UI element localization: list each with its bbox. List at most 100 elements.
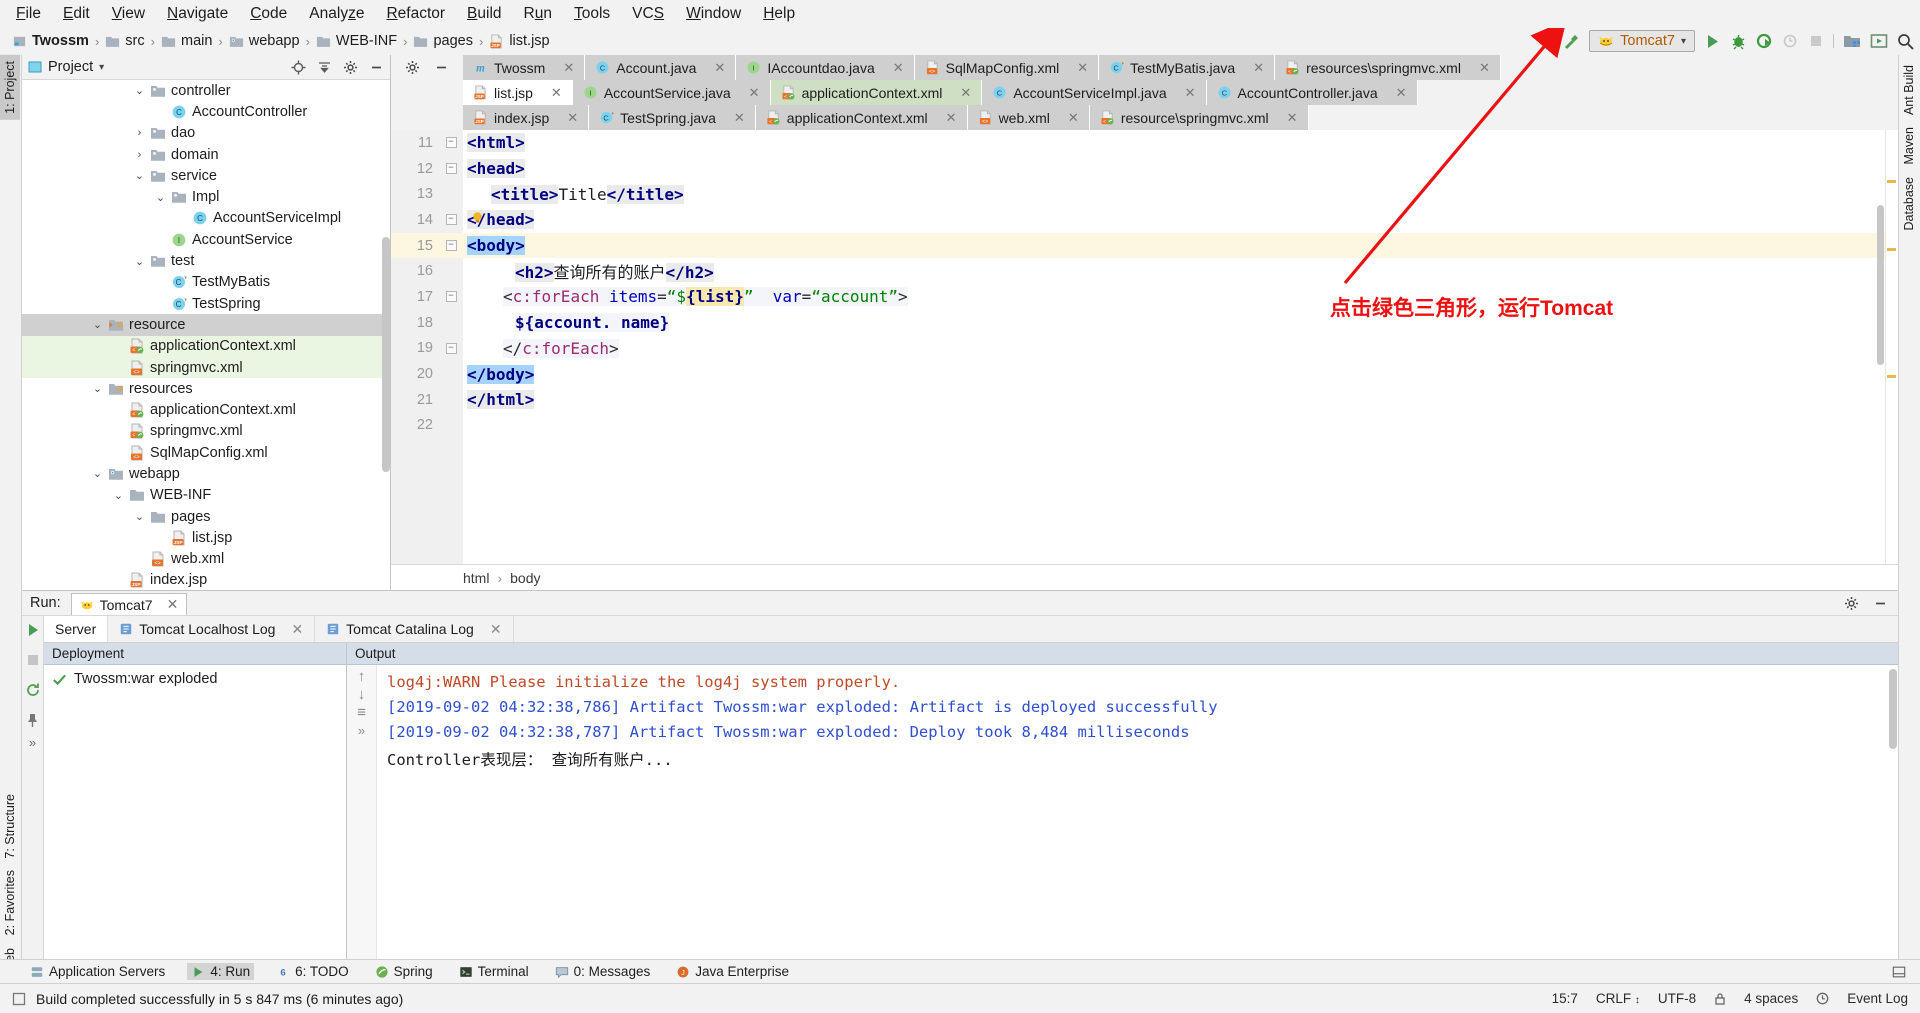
code-line-20[interactable]: 20 </body>: [391, 361, 1898, 387]
editor-breadcrumb-html[interactable]: html: [463, 570, 489, 586]
chevron-down-icon[interactable]: ▾: [1681, 36, 1686, 47]
menu-item-window[interactable]: Window: [676, 2, 751, 26]
editor-tab-accountserviceimpl-java[interactable]: C AccountServiceImpl.java ✕: [982, 80, 1207, 105]
run-button[interactable]: [1704, 33, 1721, 50]
run-subtab-tomcat-localhost-log[interactable]: Tomcat Localhost Log ✕: [108, 616, 316, 642]
tree-node-index-jsp[interactable]: JSP index.jsp: [22, 570, 390, 590]
code-line-11[interactable]: 11− <html>: [391, 130, 1898, 156]
close-icon[interactable]: ✕: [1287, 110, 1298, 126]
rerun-icon[interactable]: [25, 622, 41, 638]
close-icon[interactable]: ✕: [1185, 85, 1196, 101]
editor-tab-testspring-java[interactable]: C TestSpring.java ✕: [589, 105, 756, 130]
warning-marker[interactable]: [1887, 375, 1896, 378]
toolwindow-button-java-enterprise[interactable]: J Java Enterprise: [672, 963, 793, 980]
close-icon[interactable]: ✕: [714, 60, 725, 76]
chevron-expanded-icon[interactable]: ⌄: [91, 382, 104, 395]
breadcrumb-item-main[interactable]: main: [159, 33, 214, 49]
editor-tab-accountcontroller-java[interactable]: C AccountController.java ✕: [1206, 80, 1418, 105]
toolwindow-button-6--todo[interactable]: 6 6: TODO: [272, 963, 353, 980]
run-tab-tomcat7[interactable]: Tomcat7 ✕: [70, 593, 188, 615]
close-icon[interactable]: ✕: [960, 85, 971, 101]
toolwindow-button-0--messages[interactable]: 0: Messages: [551, 963, 655, 980]
menu-item-code[interactable]: Code: [240, 2, 297, 26]
chevron-expanded-icon[interactable]: ⌄: [112, 489, 125, 502]
close-icon[interactable]: ✕: [946, 110, 957, 126]
close-icon[interactable]: ✕: [1077, 60, 1088, 76]
fold-expanded-icon[interactable]: −: [445, 163, 457, 175]
tree-node-controller[interactable]: ⌄ controller: [22, 80, 390, 101]
warning-marker[interactable]: [1887, 180, 1896, 183]
chevron-expanded-icon[interactable]: ⌄: [91, 467, 104, 480]
run-configuration-selector[interactable]: Tomcat7 ▾: [1589, 30, 1695, 52]
code-line-21[interactable]: 21 </html>: [391, 387, 1898, 413]
close-icon[interactable]: ✕: [893, 60, 904, 76]
editor-tab-twossm[interactable]: m Twossm ✕: [463, 55, 586, 80]
chevron-expanded-icon[interactable]: ⌄: [133, 169, 146, 182]
breadcrumb-item-pages[interactable]: pages: [411, 33, 475, 49]
update-app-button[interactable]: [1870, 33, 1888, 49]
run-subtab-server[interactable]: Server: [44, 616, 109, 642]
search-icon[interactable]: [1897, 33, 1914, 50]
tree-node-accountcontroller[interactable]: C AccountController: [22, 101, 390, 122]
editor-tab-testmybatis-java[interactable]: C TestMyBatis.java ✕: [1099, 55, 1276, 80]
editor-tab-index-jsp[interactable]: JSP index.jsp ✕: [463, 105, 590, 130]
tree-node-resources[interactable]: ⌄ resources: [22, 378, 390, 399]
console-scrollbar[interactable]: [1889, 669, 1897, 749]
chevron-expanded-icon[interactable]: ⌄: [133, 255, 146, 268]
tree-node-applicationcontext-xml[interactable]: < applicationContext.xml: [22, 335, 390, 357]
tree-node-accountservice[interactable]: I AccountService: [22, 229, 390, 250]
file-encoding[interactable]: UTF-8: [1658, 991, 1696, 1006]
editor-tab-list-jsp[interactable]: JSP list.jsp ✕: [463, 80, 573, 105]
tree-node-webapp[interactable]: ⌄ webapp: [22, 463, 390, 484]
caret-position[interactable]: 15:7: [1552, 991, 1578, 1006]
close-icon[interactable]: ✕: [1253, 60, 1264, 76]
fold-expanded-icon[interactable]: −: [445, 240, 457, 252]
tree-node-list-jsp[interactable]: JSP list.jsp: [22, 527, 390, 548]
fold-collapsed-icon[interactable]: −: [445, 342, 457, 354]
close-icon[interactable]: ✕: [490, 621, 502, 638]
toolwindow-button-spring[interactable]: Spring: [371, 963, 437, 980]
close-icon[interactable]: ✕: [1396, 85, 1407, 101]
run-with-coverage-button[interactable]: [1756, 33, 1773, 50]
hide-icon[interactable]: [1873, 596, 1888, 611]
toolwindow-button-4--run[interactable]: 4: Run: [187, 963, 255, 980]
run-subtab-tomcat-catalina-log[interactable]: Tomcat Catalina Log ✕: [315, 616, 514, 642]
tree-node-dao[interactable]: › dao: [22, 123, 390, 144]
tree-node-service[interactable]: ⌄ service: [22, 165, 390, 186]
code-line-18[interactable]: 18 ${account. name}: [391, 310, 1898, 336]
tree-node-web-xml[interactable]: <> web.xml: [22, 549, 390, 570]
code-line-14[interactable]: 14− </head>: [391, 207, 1898, 233]
menu-item-vcs[interactable]: VCS: [622, 2, 674, 26]
menu-item-view[interactable]: View: [102, 2, 155, 26]
tree-node-domain[interactable]: › domain: [22, 144, 390, 165]
menu-item-build[interactable]: Build: [457, 2, 511, 26]
lock-icon[interactable]: [1714, 992, 1726, 1006]
close-icon[interactable]: ✕: [551, 85, 562, 101]
editor-tab-applicationcontext-xml[interactable]: < applicationContext.xml ✕: [755, 105, 968, 130]
tree-node-accountserviceimpl[interactable]: C AccountServiceImpl: [22, 208, 390, 229]
event-log-icon[interactable]: [1816, 992, 1829, 1005]
debug-button[interactable]: [1730, 33, 1747, 50]
menu-item-file[interactable]: File: [6, 2, 51, 26]
stripe-button-ant-build[interactable]: Ant Build: [1899, 59, 1919, 121]
fold-expanded-icon[interactable]: −: [445, 137, 457, 149]
code-line-22[interactable]: 22: [391, 413, 1898, 439]
menu-item-refactor[interactable]: Refactor: [376, 2, 455, 26]
project-tree[interactable]: ⌄ controller C AccountController › dao › domain…: [22, 80, 390, 590]
fold-expanded-icon[interactable]: −: [445, 291, 457, 303]
chevron-expanded-icon[interactable]: ⌄: [154, 191, 167, 204]
close-icon[interactable]: ✕: [167, 596, 179, 613]
code-editor[interactable]: 11− <html> 12− <head> 13 <title>Title</title>…: [391, 130, 1898, 564]
settings-gear-icon[interactable]: [405, 60, 420, 75]
editor-scrollbar[interactable]: [1877, 205, 1884, 365]
chevron-expanded-icon[interactable]: ⌄: [133, 84, 146, 97]
code-line-12[interactable]: 12− <head>: [391, 156, 1898, 182]
stripe-button-2--favorites[interactable]: 2: Favorites: [0, 864, 20, 941]
menu-item-tools[interactable]: Tools: [564, 2, 620, 26]
editor-tab-accountservice-java[interactable]: I AccountService.java ✕: [572, 80, 771, 105]
tree-node-springmvc-xml[interactable]: <> springmvc.xml: [22, 356, 390, 379]
menu-item-analyze[interactable]: Analyze: [299, 2, 374, 26]
editor-tab-iaccountdao-java[interactable]: I IAccountdao.java ✕: [736, 55, 915, 80]
editor-tab-web-xml[interactable]: <> web.xml ✕: [967, 105, 1090, 130]
tree-node-test[interactable]: ⌄ test: [22, 250, 390, 271]
